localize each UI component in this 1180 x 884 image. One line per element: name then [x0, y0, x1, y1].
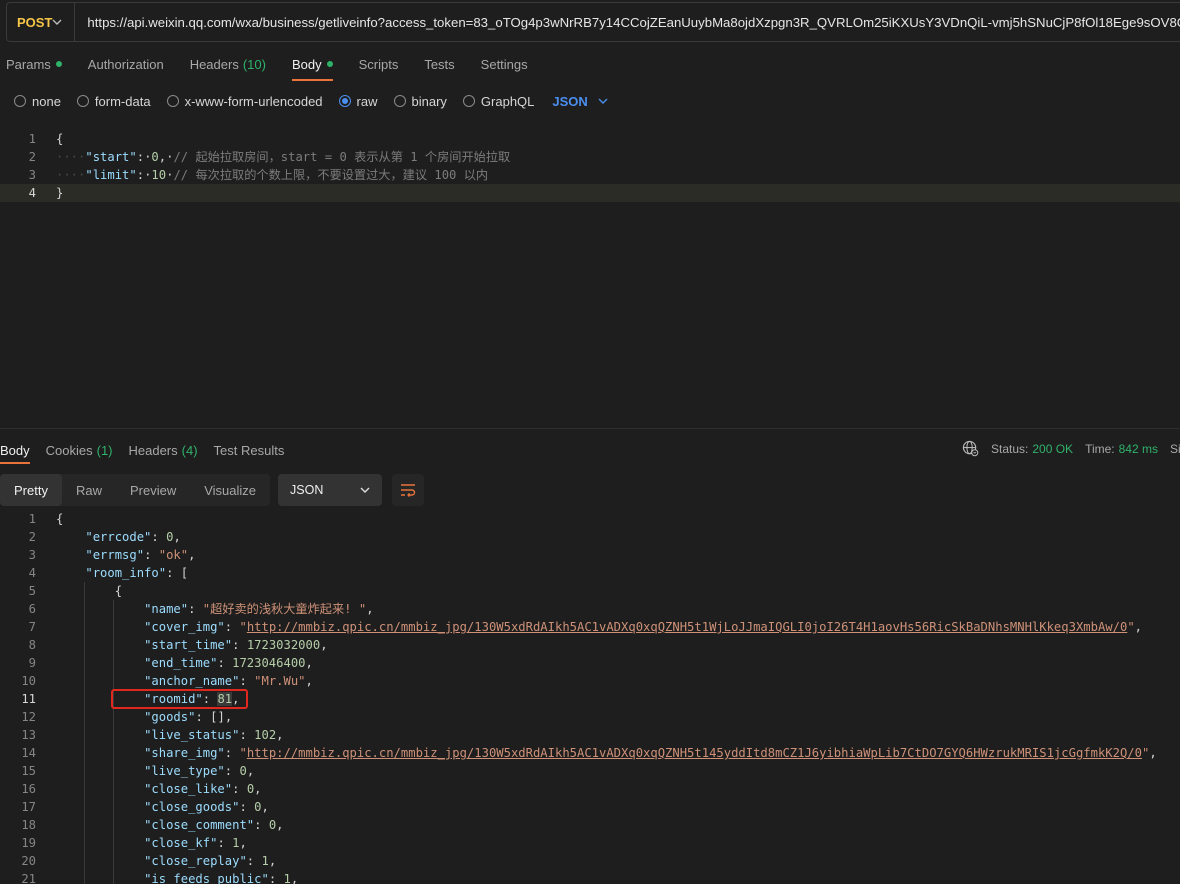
code-line: 3 "errmsg": "ok", — [28, 548, 196, 562]
status-code[interactable]: 200 OK — [1032, 442, 1073, 456]
radio-x-www-form-urlencoded[interactable]: x-www-form-urlencoded — [166, 94, 323, 109]
code-line-current: 4} — [0, 184, 1180, 202]
radio-graphql[interactable]: GraphQL — [462, 94, 534, 109]
tab-headers[interactable]: Headers (10) — [190, 47, 266, 81]
code-line: 21 "is_feeds_public": 1, — [21, 872, 299, 884]
code-line: 15 "live_type": 0, — [21, 764, 255, 778]
view-mode-switch: Pretty Raw Preview Visualize — [0, 474, 271, 506]
view-preview[interactable]: Preview — [116, 474, 190, 506]
tab-authorization[interactable]: Authorization — [88, 47, 164, 81]
code-line: 10 "anchor_name": "Mr.Wu", — [21, 674, 313, 688]
body-language-select[interactable]: JSON — [552, 94, 608, 109]
code-line: 2 "errcode": 0, — [28, 530, 181, 544]
radio-circle-icon — [462, 95, 475, 107]
tab-settings[interactable]: Settings — [481, 47, 528, 81]
cover-img-link[interactable]: http://mmbiz.qpic.cn/mmbiz_jpg/130W5xdRd… — [247, 620, 1128, 634]
code-line: 1{ — [28, 512, 64, 526]
code-line: 6 "name": "超好卖的浅秋大童炸起来! ", — [28, 602, 374, 616]
share-img-link[interactable]: http://mmbiz.qpic.cn/mmbiz_jpg/130W5xdRd… — [247, 746, 1142, 760]
code-line: 13 "live_status": 102, — [21, 728, 284, 742]
code-line: 20 "close_replay": 1, — [21, 854, 277, 868]
request-body-editor[interactable]: 1{ 2 ····"start":·0,·// 起始拉取房间，start = 0 … — [0, 130, 1180, 202]
radio-circle-icon — [166, 95, 179, 107]
code-line: 3 ····"limit":·10·// 每次拉取的个数上限，不要设置过大，建议 … — [28, 168, 489, 182]
response-format-select[interactable]: JSON — [278, 474, 383, 506]
wrap-lines-button[interactable] — [392, 474, 425, 506]
code-line: 17 "close_goods": 0, — [21, 800, 269, 814]
code-line: 18 "close_comment": 0, — [21, 818, 284, 832]
tab-test-results[interactable]: Test Results — [214, 436, 285, 464]
roomid-highlight-box — [111, 689, 248, 709]
tab-body[interactable]: Body — [291, 47, 333, 81]
view-pretty[interactable]: Pretty — [0, 474, 62, 506]
wrap-lines-icon — [401, 484, 416, 497]
tab-response-body[interactable]: Body — [0, 436, 30, 464]
code-line: 8 "start_time": 1723032000, — [28, 638, 328, 652]
code-line: 12 "goods": [], — [21, 710, 233, 724]
radio-form-data[interactable]: form-data — [76, 94, 151, 109]
chevron-down-icon — [598, 98, 608, 104]
code-line: 5 { — [28, 584, 123, 598]
tab-tests[interactable]: Tests — [424, 47, 454, 81]
response-status: Status:200 OK Time:842 ms Size — [962, 440, 1180, 457]
tab-scripts[interactable]: Scripts — [359, 47, 399, 81]
body-type-options: none form-data x-www-form-urlencoded raw… — [14, 91, 608, 111]
code-line: 2 ····"start":·0,·// 起始拉取房间，start = 0 表示从… — [28, 150, 511, 164]
view-raw[interactable]: Raw — [62, 474, 116, 506]
globe-icon[interactable] — [962, 440, 979, 457]
radio-circle-icon — [393, 95, 406, 107]
response-tabs: Body Cookies (1) Headers (4) Test Results — [0, 436, 300, 464]
radio-none[interactable]: none — [14, 94, 61, 109]
code-line: 7 "cover_img": "http://mmbiz.qpic.cn/mmb… — [28, 620, 1142, 634]
radio-circle-icon — [14, 95, 26, 107]
code-line: 9 "end_time": 1723046400, — [28, 656, 313, 670]
tab-cookies[interactable]: Cookies (1) — [46, 436, 113, 464]
code-line: 4 "room_info": [ — [28, 566, 189, 580]
request-tabs: Params Authorization Headers (10) Body Sc… — [6, 47, 554, 81]
url-bar: POST https://api.weixin.qq.com/wxa/busin… — [6, 2, 1180, 42]
code-line: 19 "close_kf": 1, — [21, 836, 247, 850]
response-toolbar: Pretty Raw Preview Visualize JSON — [0, 474, 425, 506]
method-label: POST — [17, 14, 53, 30]
chevron-down-icon — [52, 19, 62, 25]
code-line: 1{ — [28, 132, 64, 146]
radio-raw[interactable]: raw — [338, 94, 378, 109]
radio-circle-icon — [76, 95, 89, 107]
code-line: 14 "share_img": "http://mmbiz.qpic.cn/mm… — [21, 746, 1157, 760]
response-time[interactable]: 842 ms — [1119, 442, 1158, 456]
code-line: 16 "close_like": 0, — [21, 782, 262, 796]
status-dot — [55, 61, 62, 67]
tab-params[interactable]: Params — [6, 47, 62, 81]
method-select[interactable]: POST — [7, 3, 76, 41]
tab-response-headers[interactable]: Headers (4) — [129, 436, 198, 464]
pane-divider[interactable] — [0, 428, 1180, 429]
url-input[interactable]: https://api.weixin.qq.com/wxa/business/g… — [75, 15, 1180, 30]
radio-binary[interactable]: binary — [393, 94, 447, 109]
chevron-down-icon — [360, 487, 370, 493]
view-visualize[interactable]: Visualize — [190, 474, 270, 506]
radio-selected-icon — [338, 95, 351, 107]
status-dot — [326, 61, 333, 67]
